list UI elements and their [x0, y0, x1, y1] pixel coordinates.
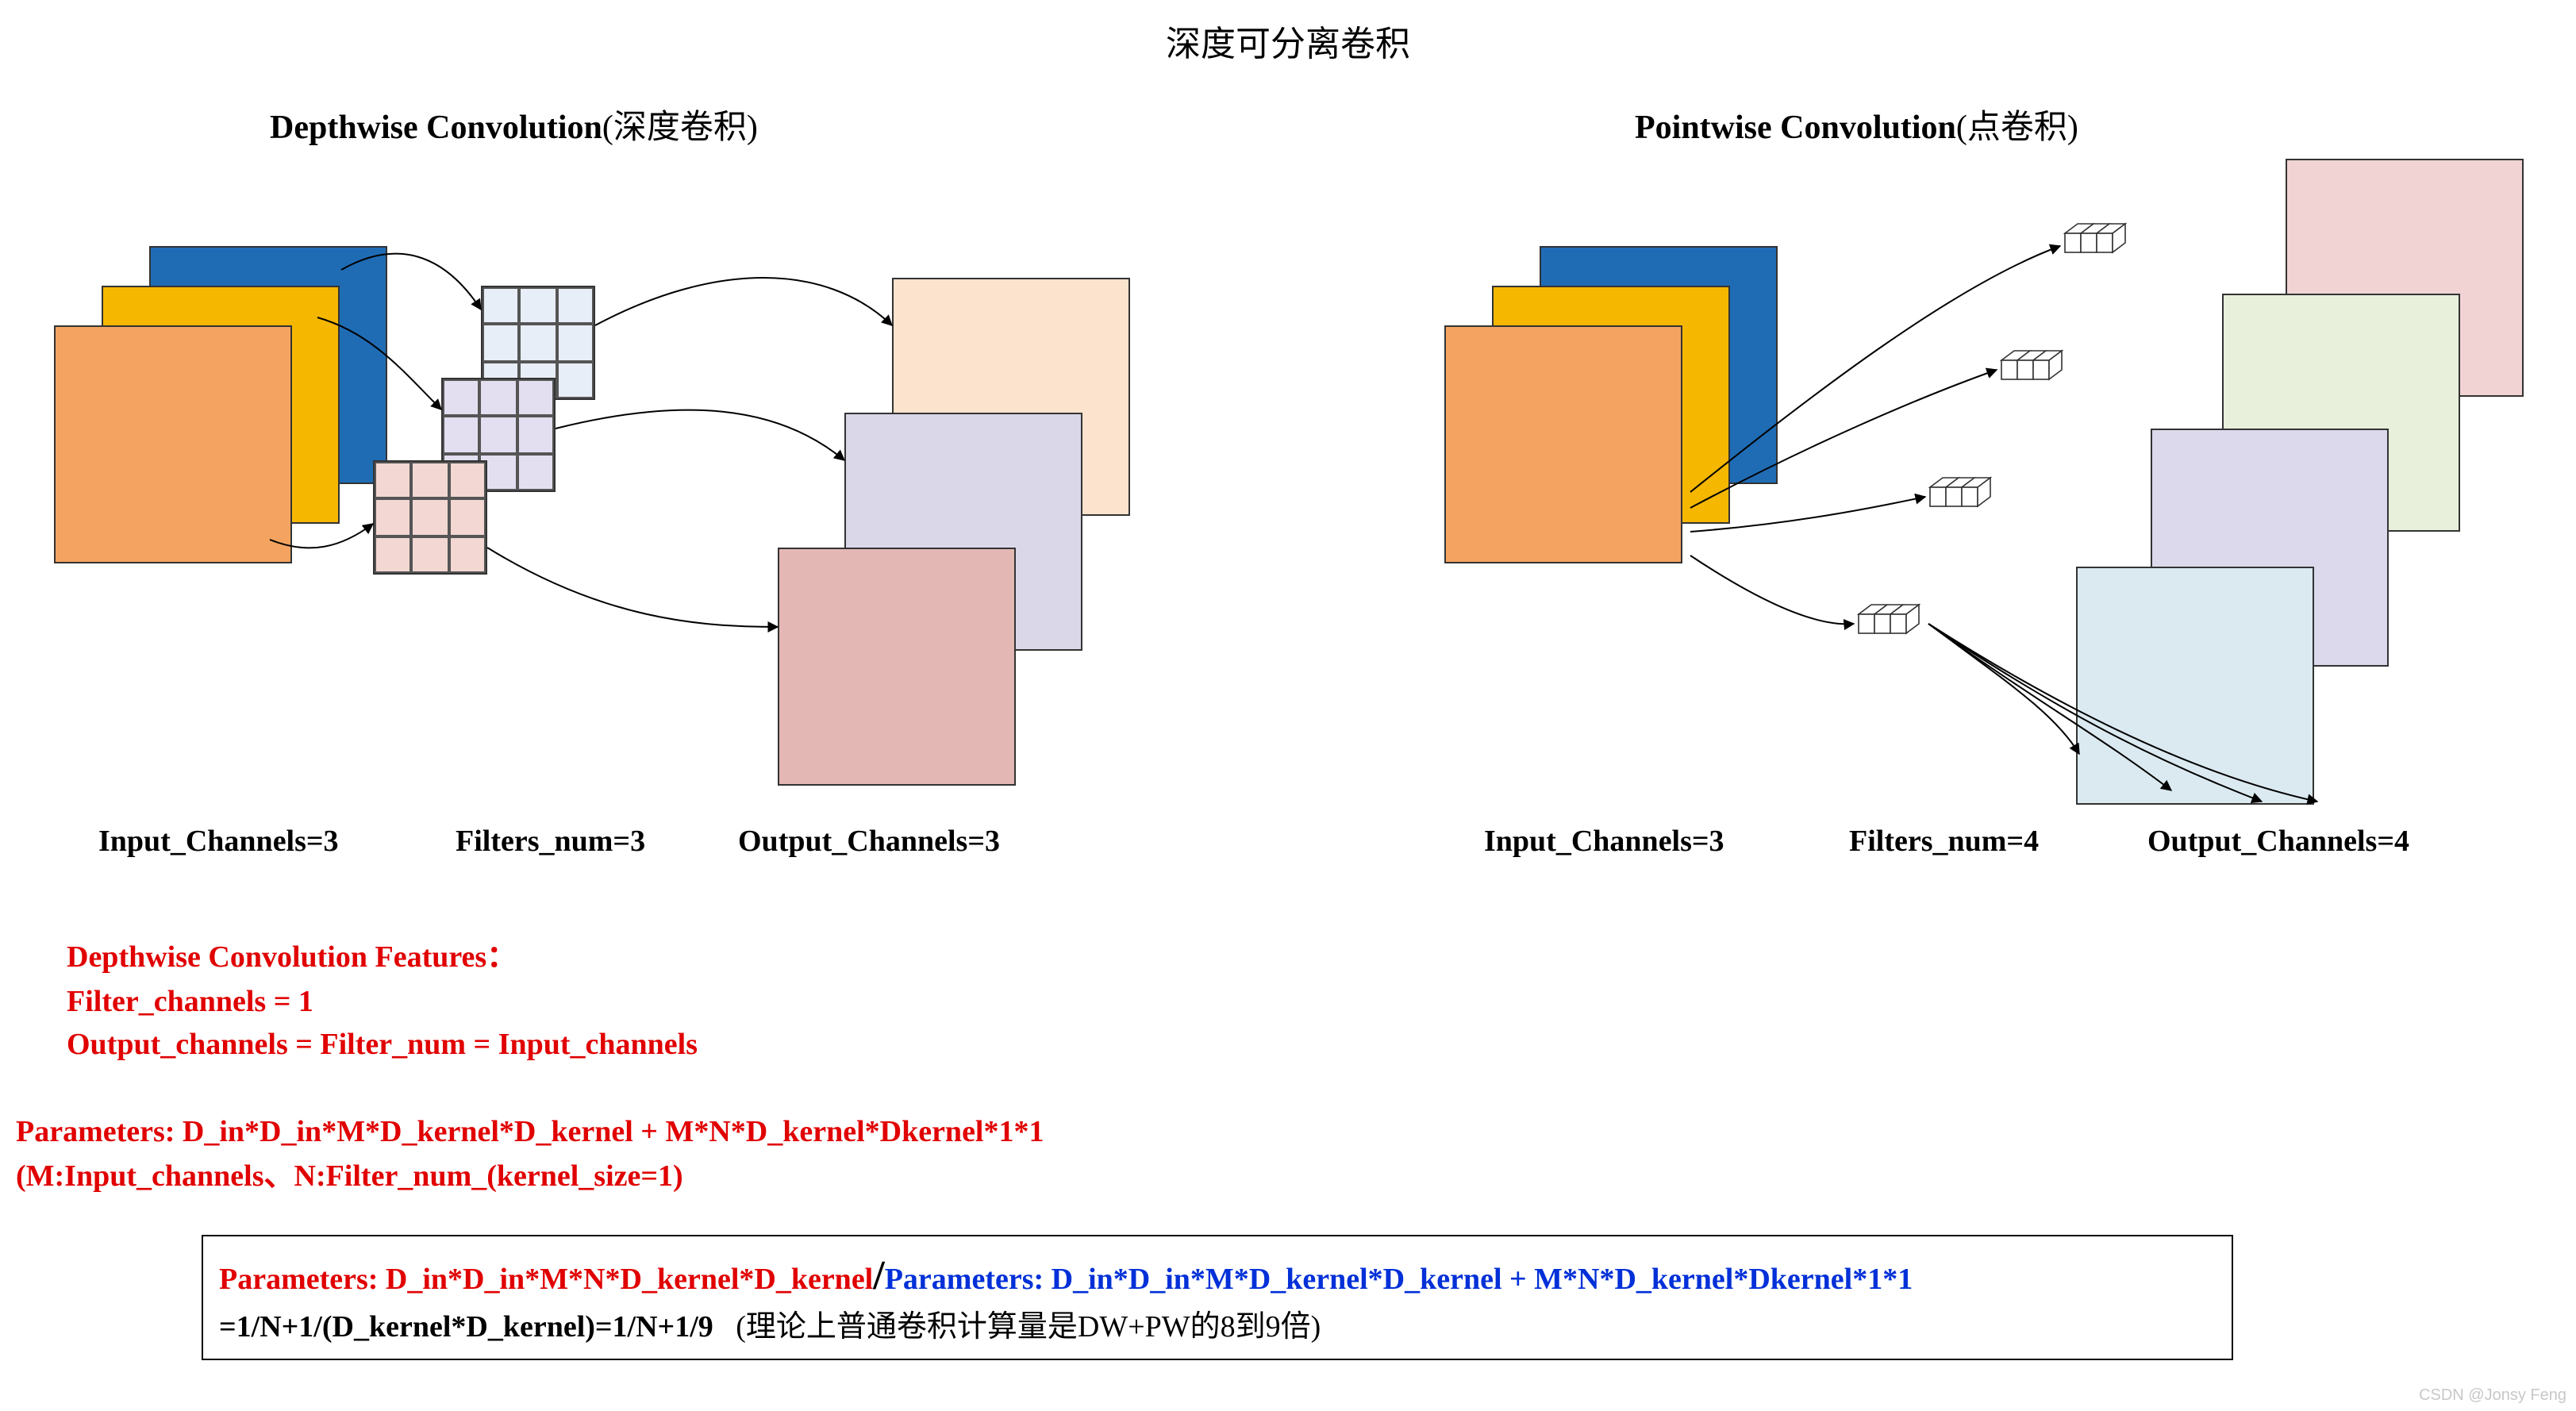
pointwise-heading: Pointwise Convolution(点卷积) — [1635, 102, 2078, 149]
params-block: Parameters: D_in*D_in*M*D_kernel*D_kerne… — [16, 1111, 1044, 1198]
depthwise-heading-bold: Depthwise Convolution — [270, 108, 602, 146]
pw-input-map-1 — [1444, 325, 1682, 563]
dw-features-line-2: Filter_channels = 1 — [67, 980, 698, 1024]
pointwise-heading-cn: (点卷积) — [1956, 108, 2078, 146]
dw-features-line-3: Output_channels = Filter_num = Input_cha… — [67, 1024, 698, 1067]
pw-input-label: Input_Channels=3 — [1484, 825, 1724, 860]
ratio-line2-pre: =1/N+1/(D_kernel*D_kernel)=1/N+1/9 — [219, 1310, 713, 1344]
pointwise-heading-bold: Pointwise Convolution — [1635, 108, 1956, 146]
params-line-1: Parameters: D_in*D_in*M*D_kernel*D_kerne… — [16, 1111, 1044, 1155]
ratio-red: Parameters: D_in*D_in*M*N*D_kernel*D_ker… — [219, 1263, 873, 1297]
dw-features-line-1: Depthwise Convolution Features： — [67, 936, 698, 980]
dw-features-block: Depthwise Convolution Features： Filter_c… — [67, 936, 698, 1067]
ratio-box: Parameters: D_in*D_in*M*N*D_kernel*D_ker… — [202, 1235, 2233, 1360]
depthwise-heading-cn: (深度卷积) — [602, 108, 758, 146]
dw-filters-label: Filters_num=3 — [456, 825, 645, 860]
dw-output-map-1 — [778, 548, 1016, 786]
pw-kernel-2 — [1995, 344, 2071, 389]
pw-kernel-4 — [1852, 598, 1928, 643]
pw-kernel-3 — [1924, 471, 2000, 516]
ratio-slash: / — [873, 1252, 884, 1298]
dw-input-map-1 — [54, 325, 292, 563]
pw-output-label: Output_Channels=4 — [2147, 825, 2409, 860]
dw-output-label: Output_Channels=3 — [738, 825, 1000, 860]
dw-kernel-1 — [373, 460, 487, 575]
pw-kernel-1 — [2059, 217, 2135, 262]
pw-output-map-4 — [2076, 567, 2314, 805]
pw-filters-label: Filters_num=4 — [1849, 825, 2039, 860]
watermark: CSDN @Jonsy Feng — [2419, 1387, 2566, 1405]
ratio-line-1: Parameters: D_in*D_in*M*N*D_kernel*D_ker… — [219, 1246, 2216, 1305]
ratio-blue: Parameters: D_in*D_in*M*D_kernel*D_kerne… — [885, 1263, 1913, 1297]
params-line-2: (M:Input_channels、N:Filter_num_(kernel_s… — [16, 1155, 1044, 1198]
depthwise-heading: Depthwise Convolution(深度卷积) — [270, 102, 758, 149]
ratio-line2-note: (理论上普通卷积计算量是DW+PW的8到9倍) — [736, 1310, 1321, 1344]
page-title: 深度可分离卷积 — [0, 16, 2576, 67]
ratio-line-2: =1/N+1/(D_kernel*D_kernel)=1/N+1/9 (理论上普… — [219, 1305, 2216, 1349]
diagram-root: 深度可分离卷积 Depthwise Convolution(深度卷积) Inpu… — [0, 0, 2576, 1411]
dw-input-label: Input_Channels=3 — [98, 825, 339, 860]
